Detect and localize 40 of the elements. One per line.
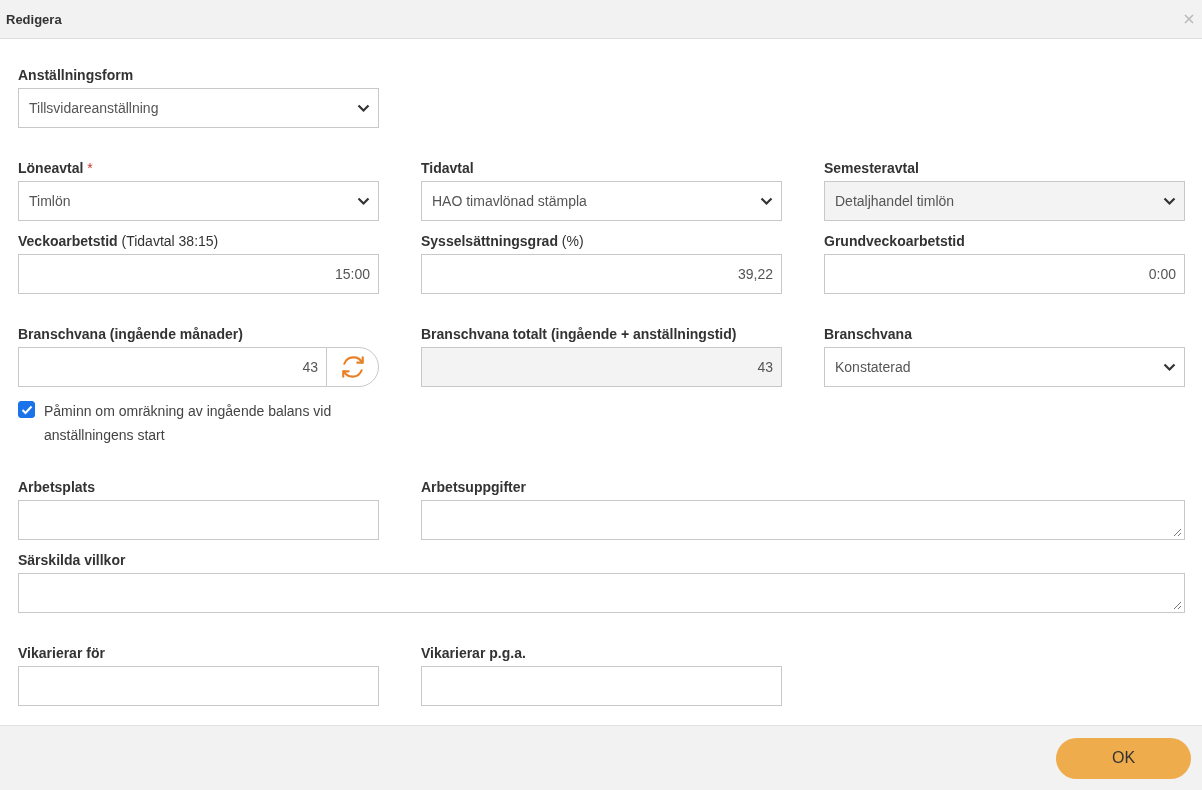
chevron-down-icon: [357, 196, 370, 206]
field-label: Arbetsuppgifter: [421, 478, 527, 497]
field-label: Vikarierar för: [18, 644, 106, 663]
resize-handle-icon[interactable]: [1173, 601, 1182, 610]
field-label: Sysselsättningsgrad (%): [421, 232, 585, 251]
input-field[interactable]: [421, 666, 782, 706]
refresh-button[interactable]: [326, 347, 379, 387]
field-label: Veckoarbetstid (Tidavtal 38:15): [18, 232, 220, 251]
field-label: Grundveckoarbetstid: [824, 232, 966, 251]
field-label: Branschvana (ingående månader): [18, 325, 244, 344]
field-label: Branschvana totalt (ingående + anställningstid): [421, 325, 738, 344]
chevron-down-icon: [1163, 362, 1176, 372]
dialog-title: Redigera: [6, 11, 62, 27]
select-field[interactable]: Timlön: [18, 181, 379, 221]
field-label: Särskilda villkor: [18, 551, 127, 570]
input-field[interactable]: 0:00: [824, 254, 1185, 294]
chevron-down-icon: [357, 103, 370, 113]
checkbox-label: Påminn om omräkning av ingående balans vid anställningens start: [44, 402, 333, 445]
ok-button[interactable]: OK: [1056, 737, 1191, 779]
field-label: Löneavtal *: [18, 159, 94, 178]
chevron-down-icon: [1163, 196, 1176, 206]
input-field[interactable]: [18, 500, 379, 540]
close-icon[interactable]: [1184, 14, 1194, 24]
input-field[interactable]: [18, 666, 379, 706]
input-field[interactable]: 43: [18, 347, 326, 387]
checkbox[interactable]: [18, 401, 35, 418]
select-field[interactable]: Tillsvidareanställning: [18, 88, 379, 128]
field-label: Branschvana: [824, 325, 913, 344]
input-field[interactable]: 15:00: [18, 254, 379, 294]
field-label: Anställningsform: [18, 66, 135, 85]
field-label: Vikarierar p.g.a.: [421, 644, 527, 663]
select-field[interactable]: HAO timavlönad stämpla: [421, 181, 782, 221]
refresh-icon: [339, 354, 366, 380]
input-field[interactable]: 39,22: [421, 254, 782, 294]
field-label: Semesteravtal: [824, 159, 920, 178]
select-field[interactable]: Konstaterad: [824, 347, 1185, 387]
resize-handle-icon[interactable]: [1173, 528, 1182, 537]
field-label: Arbetsplats: [18, 478, 97, 497]
chevron-down-icon: [760, 196, 773, 206]
field-label: Tidavtal: [421, 159, 475, 178]
